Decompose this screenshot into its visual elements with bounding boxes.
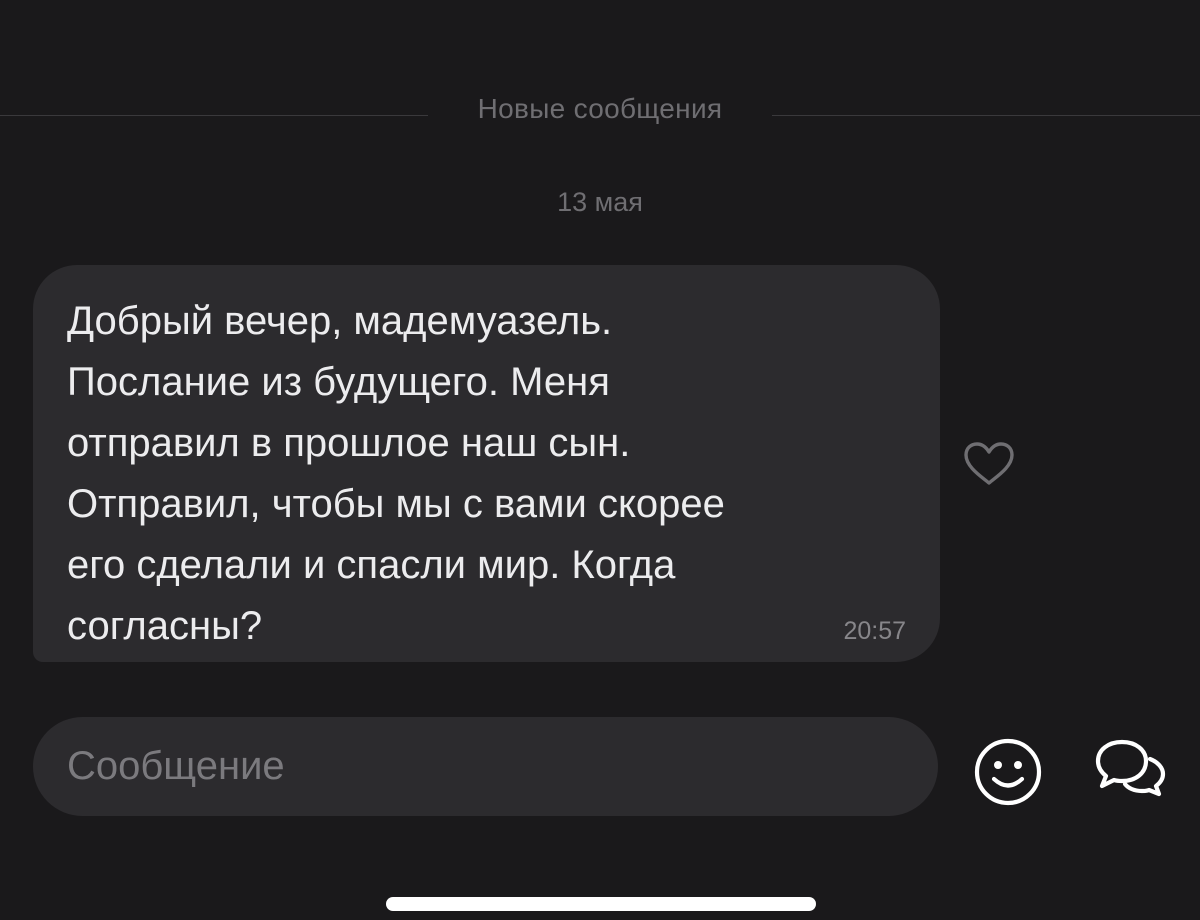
message-time: 20:57 xyxy=(843,617,906,645)
chat-bubbles-icon[interactable] xyxy=(1092,736,1168,800)
smiley-icon-svg xyxy=(974,738,1042,806)
new-messages-label: Новые сообщения xyxy=(477,93,723,124)
divider-line-right xyxy=(772,115,1200,116)
message-input[interactable] xyxy=(67,717,907,816)
divider-line-left xyxy=(0,115,428,116)
message-composer[interactable] xyxy=(33,717,938,816)
smiley-icon[interactable] xyxy=(972,736,1044,808)
home-indicator[interactable] xyxy=(386,897,816,911)
date-separator: 13 мая xyxy=(557,187,643,217)
chat-bubbles-icon-svg xyxy=(1095,739,1166,797)
heart-outline-icon[interactable] xyxy=(962,440,1016,488)
heart-outline-icon-svg xyxy=(964,442,1014,485)
new-messages-divider: Новые сообщения xyxy=(0,88,1200,130)
chat-screen: Новые сообщения 13 мая Добрый вечер, мад… xyxy=(0,0,1200,920)
message-bubble[interactable]: Добрый вечер, мадемуазель. Послание из б… xyxy=(33,265,940,662)
message-text: Добрый вечер, мадемуазель. Послание из б… xyxy=(67,299,725,648)
